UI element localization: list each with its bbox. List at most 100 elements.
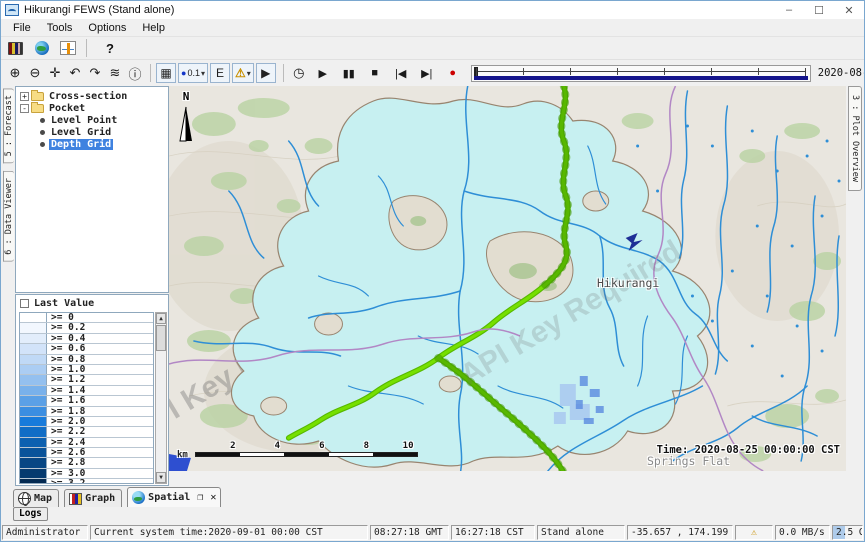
tab-maximize-icon[interactable]: ❐ <box>197 492 203 503</box>
legend-swatch <box>20 386 47 395</box>
legend-swatch <box>20 375 47 384</box>
status-warning-icon[interactable]: ⚠ <box>735 525 773 540</box>
maximize-button[interactable]: ☐ <box>804 1 834 19</box>
collapse-icon[interactable]: - <box>20 104 29 113</box>
menu-bar: FileToolsOptionsHelp <box>1 19 864 37</box>
legend-row: >= 2.2 <box>20 427 153 437</box>
info-icon[interactable]: ⓘ <box>125 63 145 83</box>
tab-data-viewer[interactable]: 6 : Data Viewer <box>3 171 14 262</box>
legend-row: >= 0.2 <box>20 323 153 333</box>
legend-swatch <box>20 396 47 405</box>
menu-item[interactable]: File <box>5 21 39 35</box>
pan-icon[interactable]: ✛ <box>45 63 65 83</box>
legend-swatch <box>20 469 47 478</box>
legend-swatch <box>20 438 47 447</box>
legend-swatch <box>20 479 47 484</box>
tab-forecast[interactable]: 5 : Forecast <box>3 88 14 163</box>
expand-icon[interactable]: + <box>20 92 29 101</box>
spatial-tab-icon <box>132 491 145 504</box>
bullet-icon <box>40 130 45 135</box>
status-local-time: 16:27:18 CST <box>451 525 535 540</box>
label-toggle-icon[interactable]: E <box>210 63 230 83</box>
tab-map[interactable]: Map <box>13 489 59 507</box>
menu-item[interactable]: Tools <box>39 21 81 35</box>
layers-icon[interactable]: ≋ <box>105 63 125 83</box>
menu-item[interactable]: Options <box>80 21 134 35</box>
point-size-value: 0.1 <box>187 68 200 78</box>
tree-node-level-point[interactable]: Level Point <box>16 114 168 126</box>
legend-swatch <box>20 417 47 426</box>
app-window: Hikurangi FEWS (Stand alone) – ☐ ✕ FileT… <box>0 0 865 542</box>
skip-start-icon[interactable]: |◀ <box>391 63 411 83</box>
skip-end-icon[interactable]: ▶| <box>417 63 437 83</box>
map-time-label: Time: 2020-08-25 00:00:00 CST <box>657 444 840 456</box>
legend-row: >= 3.2 <box>20 479 153 484</box>
map-display-icon[interactable] <box>35 41 49 55</box>
legend-row: >= 2.4 <box>20 438 153 448</box>
database-icon[interactable] <box>8 42 23 55</box>
movie-export-icon[interactable]: ▶ <box>256 63 276 83</box>
legend-swatch <box>20 458 47 467</box>
place-label-hikurangi: Hikurangi <box>597 276 659 290</box>
scroll-down-icon[interactable]: ▼ <box>156 472 166 483</box>
legend-swatch <box>20 427 47 436</box>
tab-spatial[interactable]: Spatial ❐ ✕ <box>127 487 221 507</box>
grid-toggle-icon[interactable]: ▦ <box>156 63 176 83</box>
play-icon[interactable]: ▶ <box>313 63 333 83</box>
map-canvas[interactable]: API Key Required <box>169 86 846 471</box>
legend-row: >= 1.2 <box>20 375 153 385</box>
scroll-up-icon[interactable]: ▲ <box>156 313 166 324</box>
legend-swatch <box>20 313 47 322</box>
north-arrow: N <box>177 90 195 146</box>
legend-row: >= 2.0 <box>20 417 153 427</box>
legend-row: >= 0 <box>20 313 153 323</box>
map-tab-icon <box>18 492 31 505</box>
threshold-warning-dropdown[interactable]: ⚠ ▾ <box>232 63 254 83</box>
menu-item[interactable]: Help <box>134 21 173 35</box>
tab-graph[interactable]: Graph <box>64 489 122 507</box>
scroll-thumb[interactable] <box>156 325 166 351</box>
zoom-in-icon[interactable]: ⊕ <box>5 63 25 83</box>
graph-tab-icon <box>69 493 82 505</box>
record-icon[interactable]: ● <box>443 63 463 83</box>
stop-icon[interactable]: ■ <box>365 63 385 83</box>
point-size-dropdown[interactable]: ● 0.1 ▾ <box>178 63 208 83</box>
pause-icon[interactable]: ▮▮ <box>339 63 359 83</box>
legend-swatch <box>20 323 47 332</box>
spatial-layer-tree: + Cross-section - Pocket Level Point Lev… <box>15 86 169 293</box>
zoom-out-icon[interactable]: ⊖ <box>25 63 45 83</box>
tree-node-level-grid[interactable]: Level Grid <box>16 126 168 138</box>
close-button[interactable]: ✕ <box>834 1 864 19</box>
tree-node-depth-grid[interactable]: Depth Grid <box>16 138 168 150</box>
map-toolbar: ⊕⊖✛↶↷≋ⓘ ▦ ● 0.1 ▾ E ⚠ ▾ ▶ ◷ ▶ ▮▮ ■ |◀ ▶| ● <box>1 59 864 86</box>
chevron-down-icon: ▾ <box>247 69 251 78</box>
bottom-tab-bar: Map Graph Spatial ❐ ✕ <box>1 486 864 507</box>
tab-plot-overview[interactable]: 3 : Plot Overview <box>848 86 862 191</box>
last-value-checkbox[interactable] <box>20 299 29 308</box>
legend-classes: >= 0 >= 0.2 >= 0.4 >= 0.6 >= 0.8 <box>19 312 154 484</box>
folder-icon <box>31 92 44 101</box>
status-gmt-time: 08:27:18 GMT <box>370 525 449 540</box>
place-label-springs-flat: Springs Flat <box>647 454 730 468</box>
timeseries-icon[interactable] <box>60 41 76 55</box>
minimize-button[interactable]: – <box>774 1 804 19</box>
logs-button[interactable]: Logs <box>13 507 48 521</box>
tab-close-icon[interactable]: ✕ <box>210 492 216 503</box>
status-memory[interactable]: 2.5 GB <box>832 525 863 540</box>
legend-swatch <box>20 334 47 343</box>
tree-node-cross-section[interactable]: + Cross-section <box>16 90 168 102</box>
warning-icon: ⚠ <box>235 66 246 80</box>
legend-swatch <box>20 355 47 364</box>
map-viewport[interactable]: API Key Required <box>169 86 846 486</box>
legend-scrollbar[interactable]: ▲ ▼ <box>155 312 167 484</box>
status-transfer-rate: 0.0 MB/s <box>775 525 830 540</box>
scale-bar: km 246810 <box>177 441 418 457</box>
last-value-label: Last Value <box>34 298 94 309</box>
time-slider[interactable] <box>471 65 811 82</box>
time-span-bar <box>474 76 808 80</box>
zoom-next-icon[interactable]: ↷ <box>85 63 105 83</box>
help-icon[interactable]: ? <box>106 41 114 56</box>
animation-clock-icon[interactable]: ◷ <box>289 63 309 83</box>
tree-node-pocket[interactable]: - Pocket <box>16 102 168 114</box>
zoom-previous-icon[interactable]: ↶ <box>65 63 85 83</box>
